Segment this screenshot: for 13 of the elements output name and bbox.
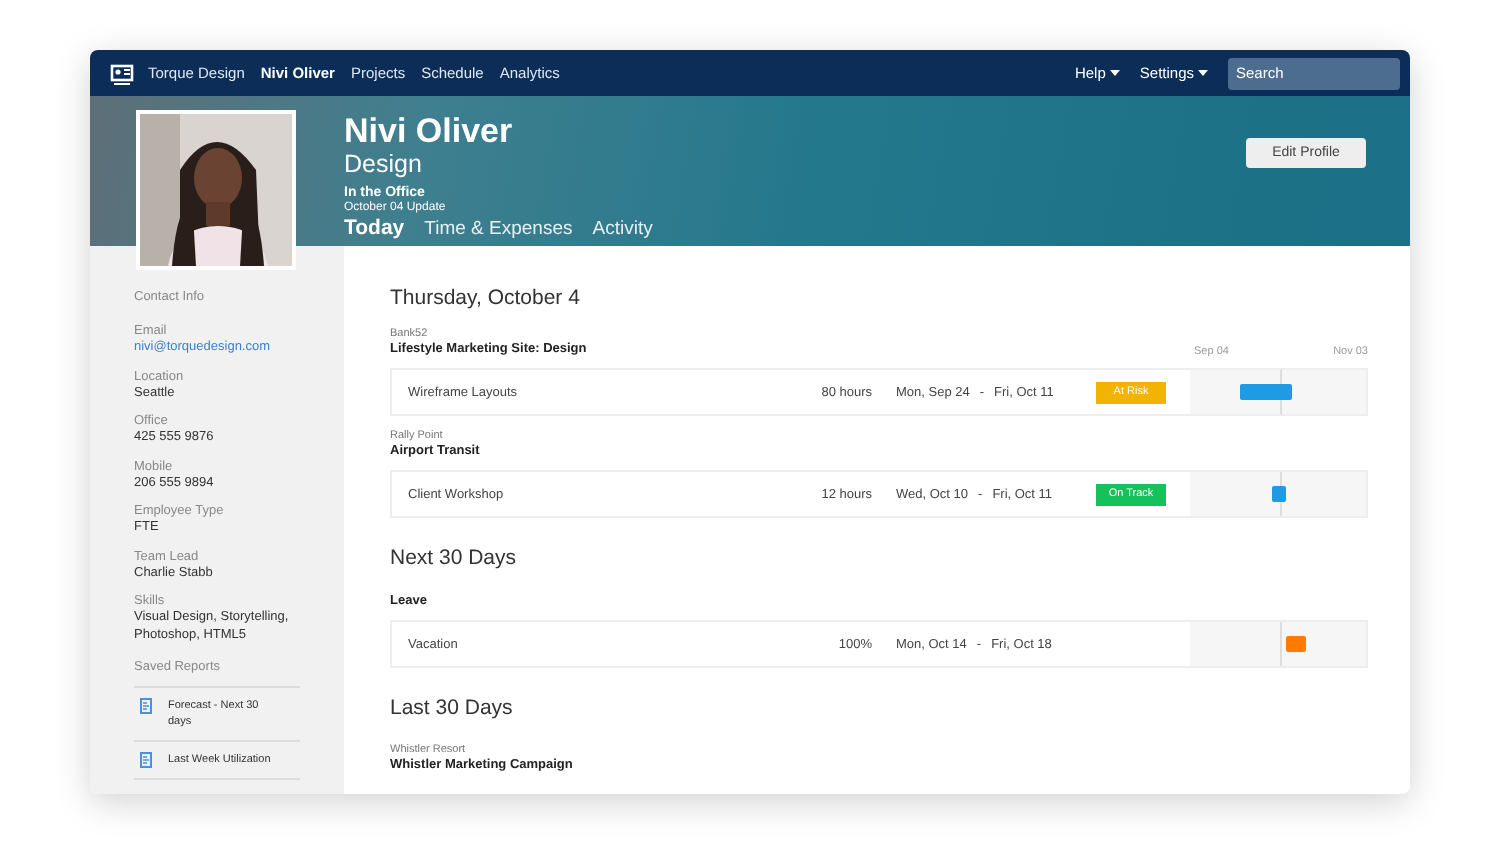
section-title: Last 30 Days	[390, 696, 515, 720]
profile-tab[interactable]: Time & Expenses	[424, 218, 573, 240]
profile-tab[interactable]: Activity	[592, 218, 653, 240]
section-title: Next 30 Days	[390, 546, 519, 570]
caret-icon	[1198, 70, 1208, 76]
report-icon	[140, 752, 152, 768]
logo-icon	[110, 61, 134, 85]
caret-icon	[1109, 70, 1120, 76]
section-title: Thursday, October 4	[390, 286, 582, 310]
department-text: Design	[344, 150, 424, 178]
profile-tab[interactable]: Today	[344, 216, 405, 240]
profile-name: Nivi Oliver	[344, 114, 515, 150]
report-icon	[140, 698, 152, 714]
